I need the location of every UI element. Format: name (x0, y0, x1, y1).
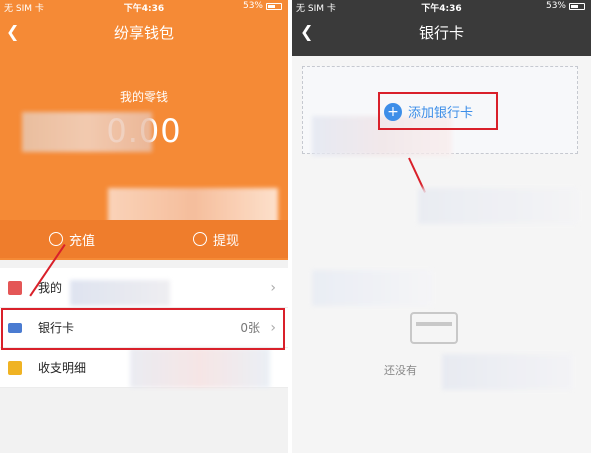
wallet-header: 无 SIM 卡 下午4:36 53% ❮ 纷享钱包 我的零钱 0.00 充值 提… (0, 0, 288, 260)
bank-card-screen: 无 SIM 卡 下午4:36 53% ❮ 银行卡 + 添加银行卡 还没有 (292, 0, 591, 453)
nav-bar: 无 SIM 卡 下午4:36 53% ❮ 银行卡 (292, 0, 591, 56)
status-bar: 无 SIM 卡 下午4:36 53% (0, 0, 288, 14)
battery-percent: 53% (242, 1, 263, 11)
battery-percent: 53% (545, 1, 566, 11)
menu-item-label: 我的 (38, 281, 63, 295)
battery-icon (569, 2, 585, 10)
battery-area: 53% (546, 1, 585, 11)
bill-icon (8, 360, 22, 375)
page-title: 银行卡 (418, 24, 464, 42)
empty-state-text: 还没有 (384, 364, 417, 377)
action-bar: 充值 提现 (0, 220, 288, 258)
redaction-blur (418, 188, 578, 224)
recharge-label: 充值 (68, 233, 95, 249)
wallet-screen: 无 SIM 卡 下午4:36 53% ❮ 纷享钱包 我的零钱 0.00 充值 提… (0, 0, 288, 453)
battery-area: 53% (243, 1, 282, 11)
chevron-right-icon: › (270, 279, 276, 296)
page-title: 纷享钱包 (113, 24, 174, 42)
redaction-blur (22, 112, 152, 152)
change-label: 我的零钱 (119, 90, 168, 104)
redaction-blur (130, 348, 270, 388)
battery-icon (266, 2, 282, 10)
empty-card-icon (410, 312, 458, 344)
coin-bag-icon (48, 232, 63, 246)
redaction-blur (70, 280, 170, 306)
status-bar: 无 SIM 卡 下午4:36 53% (292, 0, 591, 14)
coin-bag-icon (192, 232, 207, 246)
withdraw-button[interactable]: 提现 (144, 220, 288, 258)
wallet-icon (8, 280, 22, 295)
recharge-button[interactable]: 充值 (0, 220, 144, 258)
redaction-blur (442, 354, 572, 390)
redaction-blur (312, 270, 432, 306)
highlight-box (1, 308, 285, 350)
menu-item-label: 收支明细 (38, 361, 87, 375)
highlight-box (378, 92, 498, 130)
withdraw-label: 提现 (212, 233, 239, 249)
